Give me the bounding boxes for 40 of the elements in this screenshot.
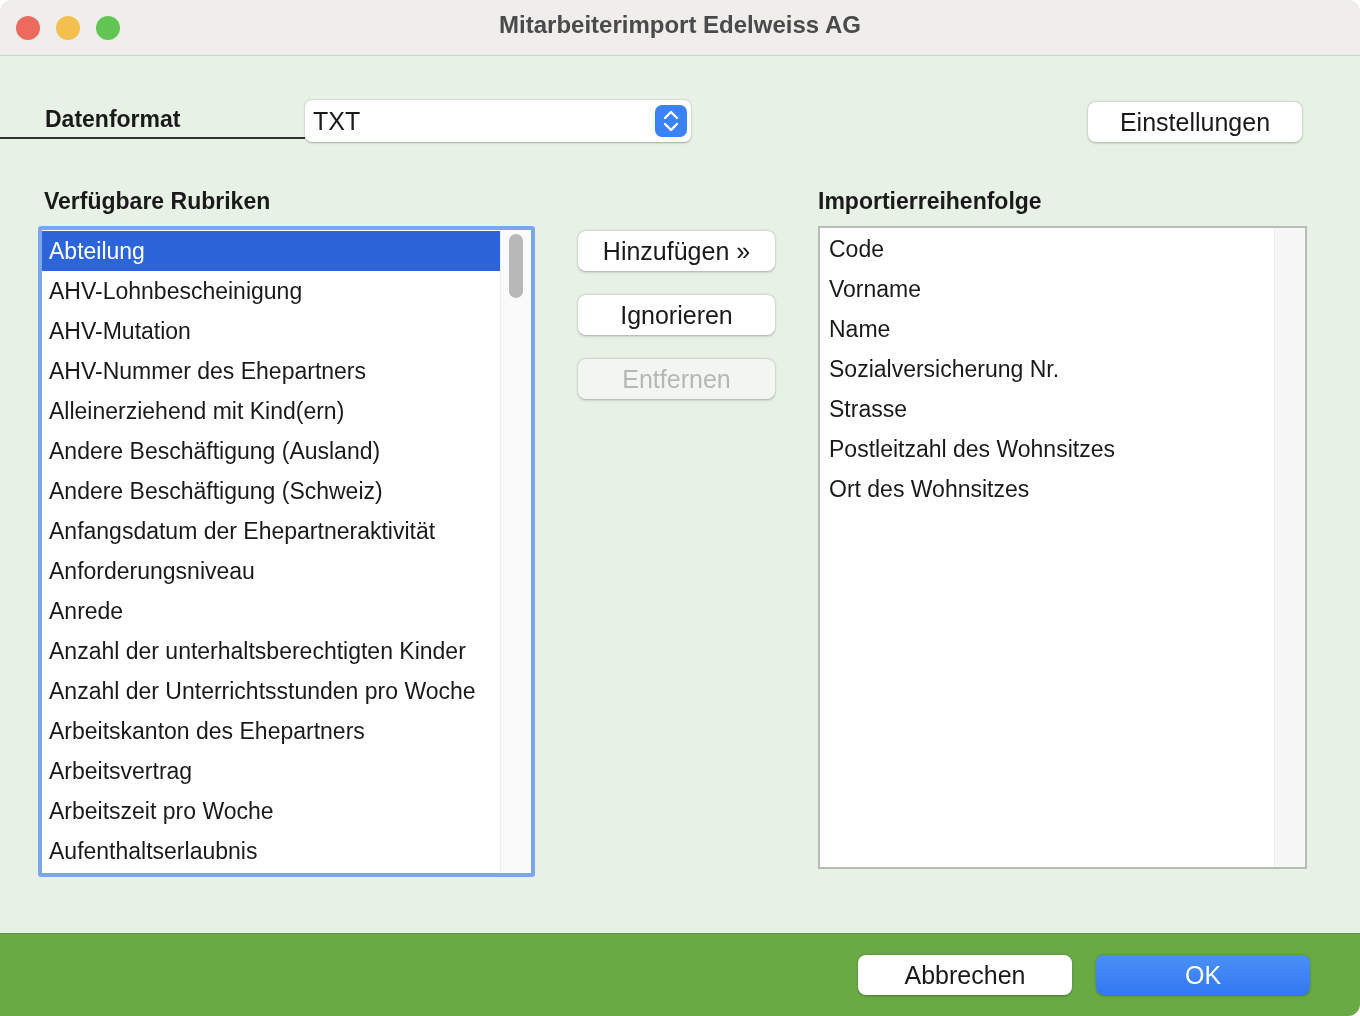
action-button[interactable]: Hinzufügen »: [578, 231, 775, 271]
list-item[interactable]: AHV-Nummer des Ehepartners: [42, 351, 500, 391]
list-item[interactable]: Name: [822, 309, 1274, 349]
list-item[interactable]: Anrede: [42, 591, 500, 631]
action-button[interactable]: Ignorieren: [578, 295, 775, 335]
list-item[interactable]: Anzahl der Unterrichtsstunden pro Woche: [42, 671, 500, 711]
list-item[interactable]: Arbeitszeit pro Woche: [42, 791, 500, 831]
ok-button[interactable]: OK: [1096, 955, 1310, 995]
list-item[interactable]: Arbeitskanton des Ehepartners: [42, 711, 500, 751]
list-item[interactable]: Strasse: [822, 389, 1274, 429]
scrollbar-thumb[interactable]: [509, 234, 523, 298]
import-order-list[interactable]: Code Vorname Name Sozialversicherung Nr. Strasse Postleitzahl des Wohnsitzes Ort des Wohnsitzes: [818, 226, 1307, 869]
list-item[interactable]: Andere Beschäftigung (Ausland): [42, 431, 500, 471]
format-label: Datenformat: [0, 106, 305, 139]
list-item[interactable]: Anfangsdatum der Ehepartneraktivität: [42, 511, 500, 551]
list-item[interactable]: Sozialversicherung Nr.: [822, 349, 1274, 389]
list-item[interactable]: AHV-Mutation: [42, 311, 500, 351]
list-item[interactable]: Abteilung: [42, 231, 500, 271]
available-fields-list[interactable]: [38, 226, 535, 877]
list-item[interactable]: AHV-Lohnbescheinigung: [42, 271, 500, 311]
list-item[interactable]: Alleinerziehend mit Kind(ern): [42, 391, 500, 431]
list-item[interactable]: Code: [822, 229, 1274, 269]
cancel-button[interactable]: Abbrechen: [858, 955, 1072, 995]
close-button[interactable]: [16, 15, 40, 40]
minimize-button[interactable]: [56, 15, 80, 40]
zoom-button[interactable]: [96, 15, 120, 40]
list-item[interactable]: Vorname: [822, 269, 1274, 309]
list-item[interactable]: Ort des Wohnsitzes: [822, 469, 1274, 509]
format-dropdown[interactable]: TXT: [305, 100, 691, 142]
list-item[interactable]: Postleitzahl des Wohnsitzes: [822, 429, 1274, 469]
chevron-updown-icon: [655, 105, 687, 137]
list-item[interactable]: Arbeitsvertrag: [42, 751, 500, 791]
list-item[interactable]: Anforderungsniveau: [42, 551, 500, 591]
available-fields-heading: Verfügbare Rubriken: [43, 187, 272, 216]
window-title: Mitarbeiterimport Edelweiss AG: [499, 11, 861, 39]
settings-button[interactable]: Einstellungen: [1088, 102, 1302, 142]
list-item[interactable]: Andere Beschäftigung (Schweiz): [42, 471, 500, 511]
import-order-heading: Importierreihenfolge: [818, 187, 1043, 216]
list-item[interactable]: Aufenthaltserlaubnis: [42, 831, 500, 871]
list-item[interactable]: Anzahl der unterhaltsberechtigten Kinder: [42, 631, 500, 671]
